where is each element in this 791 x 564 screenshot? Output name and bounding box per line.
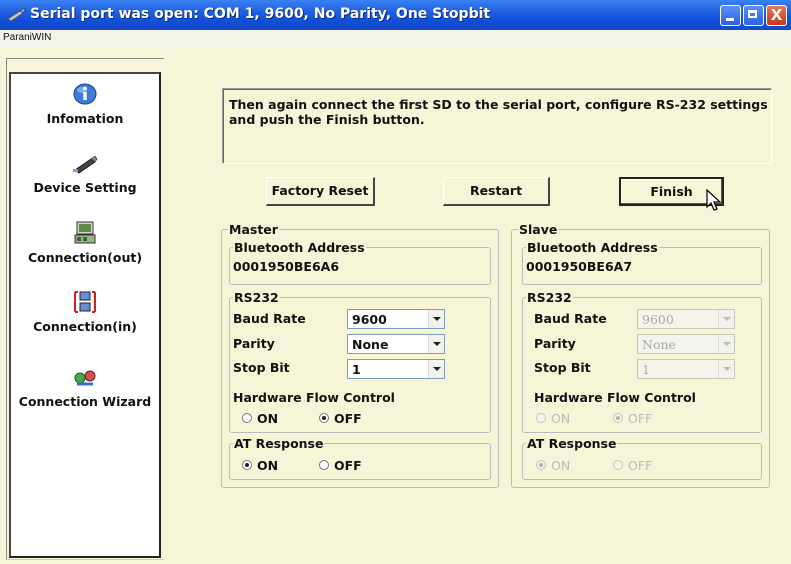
factory-reset-button[interactable]: Factory Reset xyxy=(266,177,375,206)
instruction-box: Then again connect the first SD to the s… xyxy=(222,88,772,164)
slave-baud-value: 9600 xyxy=(642,312,674,327)
master-baud-value: 9600 xyxy=(352,312,387,327)
device-icon xyxy=(73,155,98,174)
slave-stop-label: Stop Bit xyxy=(534,360,591,375)
minimize-button[interactable] xyxy=(720,5,741,26)
slave-parity-value: None xyxy=(642,337,676,352)
slave-bt-group: Bluetooth Address 0001950BE6A7 xyxy=(522,240,762,285)
master-hw-on-label: ON xyxy=(257,411,279,426)
slave-baud-select: 9600 xyxy=(637,309,735,329)
master-parity-label: Parity xyxy=(233,336,275,351)
master-hw-off-label: OFF xyxy=(334,411,362,426)
sidebar-item-connection-in[interactable]: Connection(in) xyxy=(11,289,159,334)
window-title: Serial port was open: COM 1, 9600, No Pa… xyxy=(30,6,491,22)
chevron-down-icon[interactable] xyxy=(428,335,444,353)
slave-at-on-label: ON xyxy=(551,458,571,473)
radio-selected-icon xyxy=(319,413,329,423)
radio-selected-icon xyxy=(242,460,252,470)
master-hw-label: Hardware Flow Control xyxy=(233,390,395,405)
info-icon xyxy=(73,83,97,105)
master-rs232-legend: RS232 xyxy=(233,290,280,305)
slave-hw-label: Hardware Flow Control xyxy=(534,390,696,405)
sidebar-item-label: Connection(in) xyxy=(33,319,137,334)
radio-icon xyxy=(319,460,329,470)
sidebar-item-label: Connection(out) xyxy=(27,250,143,265)
slave-rs232-legend: RS232 xyxy=(526,290,573,305)
master-baud-label: Baud Rate xyxy=(233,311,306,326)
radio-icon xyxy=(536,413,546,423)
connection-out-icon xyxy=(74,221,96,244)
slave-at-off-label: OFF xyxy=(628,458,653,473)
chevron-down-icon xyxy=(718,335,734,353)
chevron-down-icon xyxy=(718,310,734,328)
restart-button[interactable]: Restart xyxy=(443,177,550,206)
master-stop-select[interactable]: 1 xyxy=(347,359,445,379)
slave-hw-on-label: ON xyxy=(551,411,571,426)
menu-bar: ParaniWIN xyxy=(0,30,791,48)
master-bt-legend: Bluetooth Address xyxy=(233,240,366,255)
radio-icon xyxy=(613,460,623,470)
sidebar-item-connection-out[interactable]: Connection(out) xyxy=(11,220,159,265)
slave-stop-value: 1 xyxy=(642,362,650,377)
slave-parity-select: None xyxy=(637,334,735,354)
radio-selected-icon xyxy=(536,460,546,470)
master-stop-value: 1 xyxy=(352,362,361,377)
master-baud-select[interactable]: 9600 xyxy=(347,309,445,329)
instruction-text: Then again connect the first SD to the s… xyxy=(229,97,768,127)
radio-selected-icon xyxy=(613,413,623,423)
slave-bt-legend: Bluetooth Address xyxy=(526,240,659,255)
sidebar-item-connection-wizard[interactable]: Connection Wizard xyxy=(11,364,159,409)
radio-icon xyxy=(242,413,252,423)
slave-bt-address: 0001950BE6A7 xyxy=(526,259,633,274)
close-icon: X xyxy=(770,6,783,24)
sidebar-item-label: Device Setting xyxy=(33,180,137,195)
connection-in-icon xyxy=(74,291,96,313)
chevron-down-icon[interactable] xyxy=(428,310,444,328)
sidebar-item-information[interactable]: Infomation xyxy=(11,81,159,126)
sidebar-item-device-setting[interactable]: Device Setting xyxy=(11,150,159,195)
master-at-legend: AT Response xyxy=(233,436,325,451)
master-parity-value: None xyxy=(352,337,389,352)
master-bt-group: Bluetooth Address 0001950BE6A6 xyxy=(229,240,491,285)
master-bt-address: 0001950BE6A6 xyxy=(233,259,340,274)
chevron-down-icon[interactable] xyxy=(428,360,444,378)
menu-paraniwin[interactable]: ParaniWIN xyxy=(3,32,51,43)
master-at-off-label: OFF xyxy=(334,458,362,473)
maximize-button[interactable] xyxy=(743,5,764,26)
wizard-icon xyxy=(74,370,96,386)
master-legend: Master xyxy=(228,222,279,237)
close-button[interactable]: X xyxy=(766,5,787,26)
slave-at-legend: AT Response xyxy=(526,436,618,451)
slave-parity-label: Parity xyxy=(534,336,576,351)
title-bar[interactable]: Serial port was open: COM 1, 9600, No Pa… xyxy=(0,0,791,30)
slave-baud-label: Baud Rate xyxy=(534,311,607,326)
master-stop-label: Stop Bit xyxy=(233,360,290,375)
master-at-on-label: ON xyxy=(257,458,279,473)
sidebar-item-label: Connection Wizard xyxy=(18,394,152,409)
slave-stop-select: 1 xyxy=(637,359,735,379)
slave-legend: Slave xyxy=(518,222,559,237)
mouse-cursor-icon xyxy=(706,189,722,211)
sidebar: Infomation Device Setting Connection(out… xyxy=(9,72,161,558)
slave-hw-off-label: OFF xyxy=(628,411,653,426)
app-icon xyxy=(7,7,26,22)
sidebar-item-label: Infomation xyxy=(46,111,124,126)
master-parity-select[interactable]: None xyxy=(347,334,445,354)
chevron-down-icon xyxy=(718,360,734,378)
